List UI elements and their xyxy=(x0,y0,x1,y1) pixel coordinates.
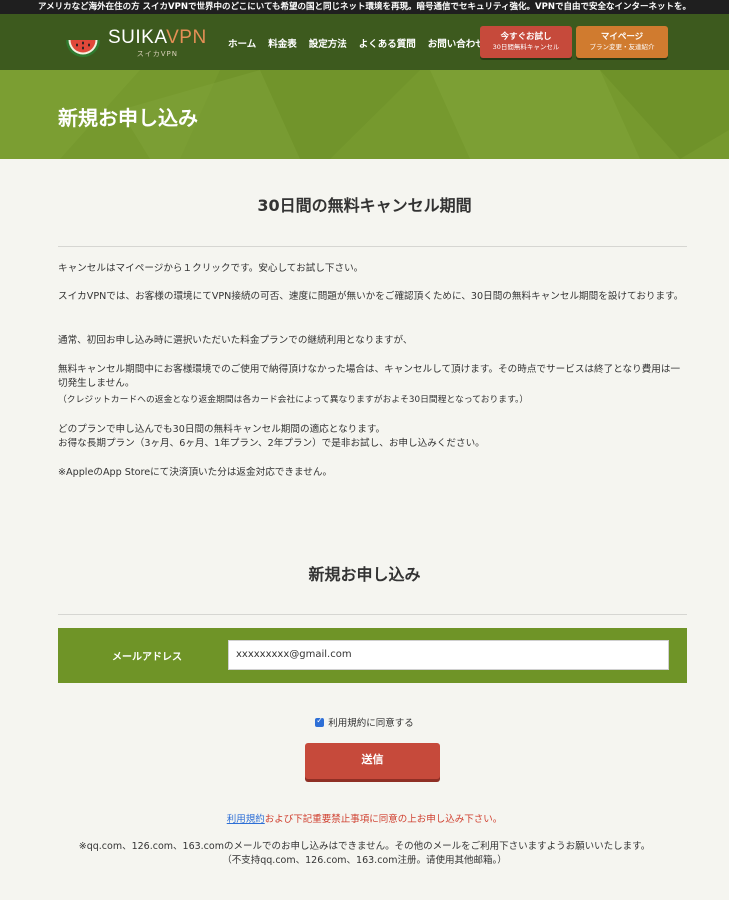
trial-button-label: 今すぐお試し xyxy=(500,32,552,42)
terms-notice-text: および下記重要禁止事項に同意の上お申し込み下さい。 xyxy=(264,814,503,825)
email-field[interactable]: xxxxxxxxx@gmail.com xyxy=(228,640,669,670)
app-store-notice: ※AppleのApp Storeにて決済頂いた分は返金対応できません。 xyxy=(58,467,333,478)
site-logo[interactable]: SUIKAVPN スイカVPN xyxy=(64,24,207,62)
watermelon-logo-icon xyxy=(64,24,102,62)
nav-item-contact[interactable]: お問い合わせ xyxy=(428,36,485,50)
logo-main-text: SUIKA xyxy=(108,26,167,48)
cancel-paragraph-4: 無料キャンセル期間中にお客様環境でのご使用で納得頂けなかった場合は、キャンセルし… xyxy=(58,364,681,389)
cancel-paragraph-5: どのプランで申し込んでも30日間の無料キャンセル期間の適応となります。 xyxy=(58,424,386,435)
site-header: SUIKAVPN スイカVPN ホーム 料金表 設定方法 よくある質問 お問い合… xyxy=(0,14,729,70)
email-form-row: メールアドレス xxxxxxxxx@gmail.com xyxy=(58,628,687,683)
mypage-button-label: マイページ xyxy=(600,32,644,42)
logo-subtitle: スイカVPN xyxy=(136,49,178,58)
nav-item-setup[interactable]: 設定方法 xyxy=(309,36,347,50)
nav-item-home[interactable]: ホーム xyxy=(228,36,256,50)
email-restriction-line-2: （不支持qq.com、126.com、163.com注册。请使用其他邮箱。） xyxy=(222,855,507,866)
agree-checkbox[interactable] xyxy=(315,716,325,727)
form-section-title: 新規お申し込み xyxy=(308,565,421,584)
nav-item-faq[interactable]: よくある質問 xyxy=(359,36,416,50)
email-restriction-line-1: ※qq.com、126.com、163.comのメールでのお申し込みはできません… xyxy=(78,841,651,852)
cancel-paragraph-1: キャンセルはマイページから１クリックです。安心してお試し下さい。 xyxy=(58,263,364,274)
cancel-paragraph-6: お得な長期プラン（3ヶ月、6ヶ月、1年プラン、2年プラン）で是非お試し、お申し込… xyxy=(58,438,485,449)
section-divider xyxy=(58,614,687,615)
page-title: 新規お申し込み xyxy=(58,106,198,130)
email-restriction-notice: ※qq.com、126.com、163.comのメールでのお申し込みはできません… xyxy=(0,840,729,868)
terms-link[interactable]: 利用規約 xyxy=(227,814,265,825)
section-divider xyxy=(58,246,687,247)
terms-notice: 利用規約および下記重要禁止事項に同意の上お申し込み下さい。 xyxy=(0,811,729,825)
cancel-refund-note: （クレジットカードへの返金となり返金期間は各カード会社によって異なりますがおよそ… xyxy=(58,395,529,405)
page-hero-banner: 新規お申し込み xyxy=(0,70,729,159)
mypage-button-sublabel: プラン変更・友達紹介 xyxy=(589,43,655,51)
cancel-paragraph-3: 通常、初回お申し込み時に選択いただいた料金プランでの継続利用となりますが、 xyxy=(58,335,413,346)
cancel-paragraph-2: スイカVPNでは、お客様の環境にてVPN接続の可否、速度に問題が無いかをご確認頂… xyxy=(58,291,684,302)
nav-item-pricing[interactable]: 料金表 xyxy=(268,36,297,50)
logo-wordmark: SUIKAVPN xyxy=(108,26,207,48)
agree-label: 利用規約に同意する xyxy=(328,718,414,729)
trial-button-sublabel: 30日間無料キャンセル xyxy=(492,43,560,51)
main-nav: ホーム 料金表 設定方法 よくある質問 お問い合わせ xyxy=(228,36,485,50)
logo-accent-text: VPN xyxy=(166,26,207,48)
mypage-button[interactable]: マイページ プラン変更・友達紹介 xyxy=(576,26,668,58)
agree-terms-row[interactable]: 利用規約に同意する xyxy=(0,715,729,729)
announcement-text: アメリカなど海外在住の方 スイカVPNで世界中のどこにいても希望の国と同じネット… xyxy=(38,2,691,12)
trial-button[interactable]: 今すぐお試し 30日間無料キャンセル xyxy=(480,26,572,58)
cancel-section-title: 30日間の無料キャンセル期間 xyxy=(257,196,472,215)
submit-button[interactable]: 送信 xyxy=(305,743,440,779)
top-announcement-bar: アメリカなど海外在住の方 スイカVPNで世界中のどこにいても希望の国と同じネット… xyxy=(0,0,729,14)
email-label: メールアドレス xyxy=(112,652,182,663)
